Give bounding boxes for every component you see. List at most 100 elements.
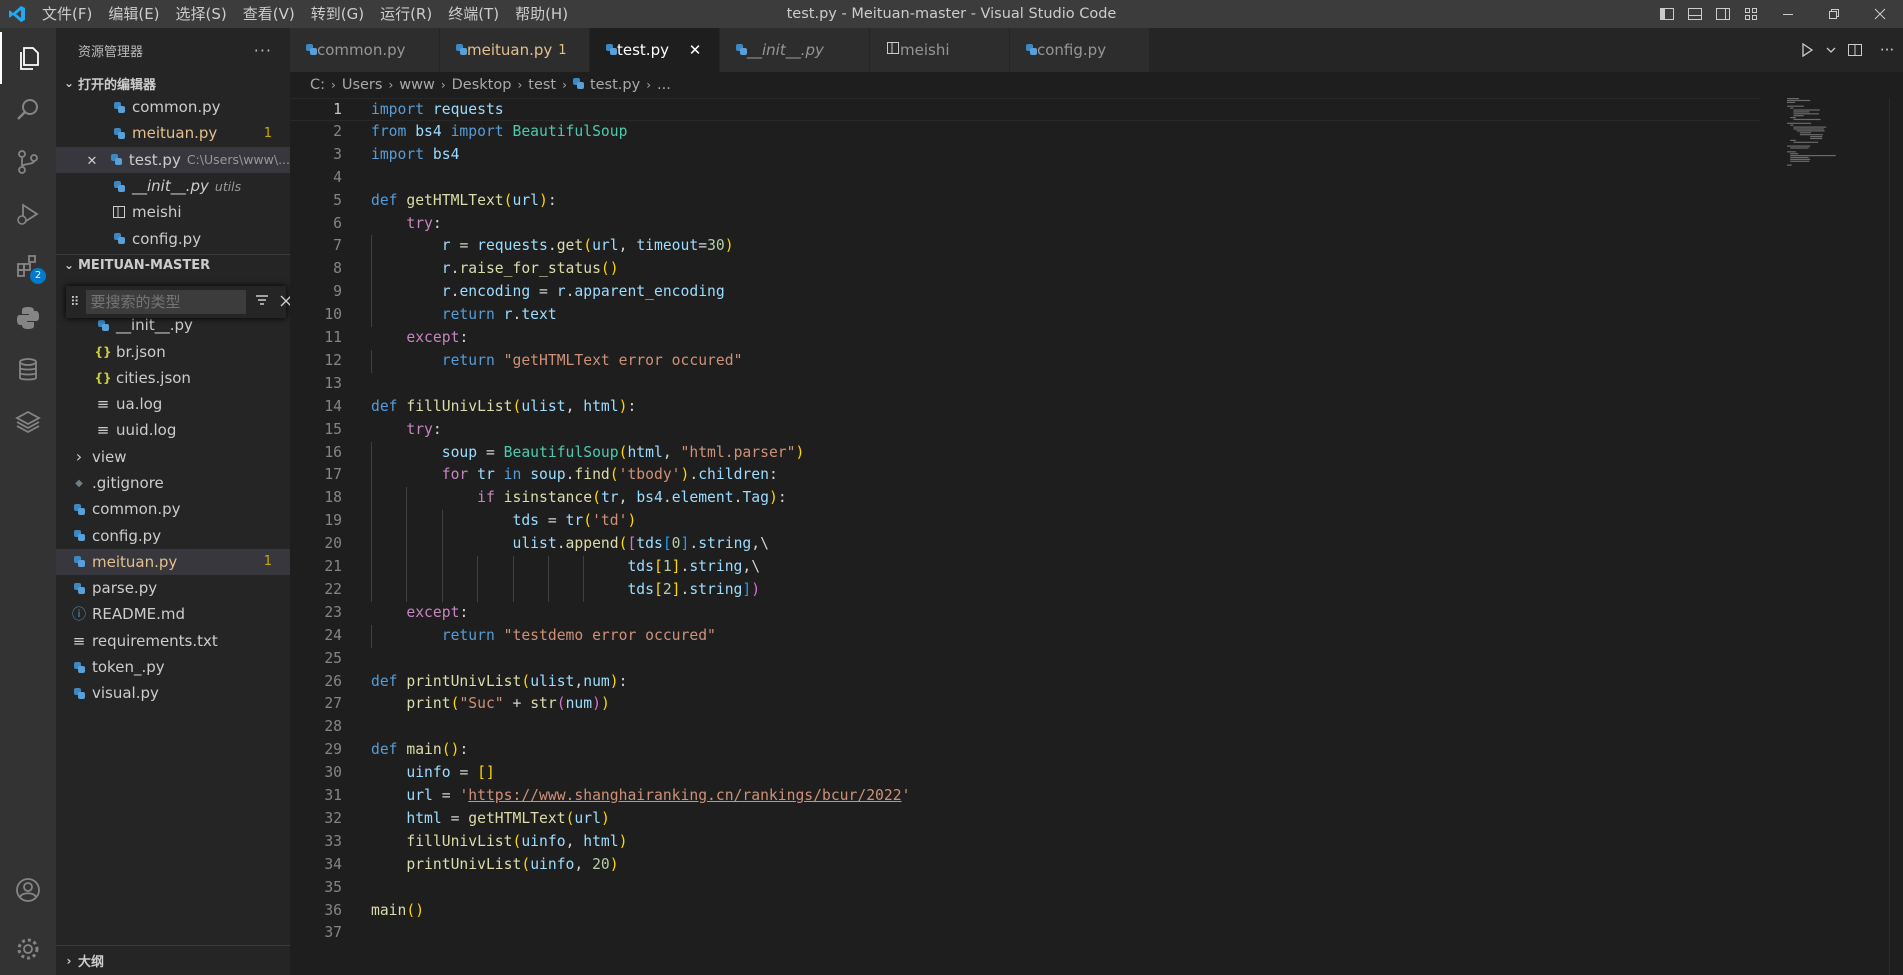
tree-item[interactable]: visual.py — [56, 680, 290, 706]
tab-configpy[interactable]: config.py — [1010, 28, 1150, 72]
code-line[interactable]: 14 def fillUnivList(ulist, html): — [290, 396, 1760, 419]
open-editor-item[interactable]: common.py — [56, 94, 290, 120]
toggle-panel-icon[interactable] — [1681, 0, 1709, 28]
menu-item[interactable]: 文件(F) — [34, 0, 100, 28]
menu-item[interactable]: 运行(R) — [372, 0, 440, 28]
code-line[interactable]: 36 main() — [290, 900, 1760, 923]
code-line[interactable]: 25 — [290, 648, 1760, 671]
code-line[interactable]: 4 — [290, 167, 1760, 190]
chevron-down-icon[interactable] — [1823, 28, 1839, 72]
tab-testpy[interactable]: test.py ✕ — [590, 28, 720, 72]
close-icon[interactable]: ✕ — [87, 154, 98, 169]
tree-item[interactable]: {} br.json — [56, 338, 290, 364]
tree-item[interactable]: config.py — [56, 522, 290, 548]
code-line[interactable]: 21 tds[1].string,\ — [290, 556, 1760, 579]
run-python-file-icon[interactable] — [1791, 28, 1823, 72]
code-line[interactable]: 6 try: — [290, 213, 1760, 236]
tree-item[interactable]: ⓘ README.md — [56, 601, 290, 627]
tab-meishi[interactable]: meishi — [870, 28, 1010, 72]
menu-item[interactable]: 帮助(H) — [507, 0, 576, 28]
menu-item[interactable]: 编辑(E) — [100, 0, 167, 28]
open-editor-item[interactable]: meishi — [56, 199, 290, 225]
tree-item[interactable]: › view — [56, 444, 290, 470]
code-line[interactable]: 11 except: — [290, 327, 1760, 350]
code-line[interactable]: 17 for tr in soup.find('tbody').children… — [290, 464, 1760, 488]
code-editor[interactable]: 1 import requests 2 from bs4 import Beautif… — [290, 98, 1760, 975]
code-line[interactable]: 12 return "getHTMLText error occured" — [290, 349, 1760, 373]
filter-input[interactable] — [85, 290, 246, 314]
open-editor-item[interactable]: config.py — [56, 225, 290, 251]
menu-item[interactable]: 选择(S) — [168, 0, 235, 28]
breadcrumb-item[interactable]: Desktop — [452, 77, 512, 93]
minimap[interactable] — [1785, 98, 1885, 178]
code-line[interactable]: 10 return r.text — [290, 304, 1760, 327]
python-icon[interactable] — [0, 292, 56, 344]
code-line[interactable]: 35 — [290, 877, 1760, 900]
layers-icon[interactable] — [0, 396, 56, 448]
code-line[interactable]: 9 r.encoding = r.apparent_encoding — [290, 281, 1760, 305]
database-icon[interactable] — [0, 344, 56, 396]
run-debug-icon[interactable] — [0, 188, 56, 240]
close-tab-icon[interactable]: ✕ — [687, 41, 703, 59]
code-line[interactable]: 29 def main(): — [290, 739, 1760, 762]
source-control-icon[interactable] — [0, 136, 56, 188]
code-line[interactable]: 2 from bs4 import BeautifulSoup — [290, 121, 1760, 144]
code-line[interactable]: 16 soup = BeautifulSoup(html, "html.pars… — [290, 441, 1760, 465]
breadcrumb-item[interactable]: test — [528, 77, 556, 93]
close-window-icon[interactable] — [1857, 0, 1903, 28]
code-line[interactable]: 5 def getHTMLText(url): — [290, 190, 1760, 213]
tree-item[interactable]: ≡ ua.log — [56, 391, 290, 417]
explorer-icon[interactable] — [0, 32, 56, 84]
code-line[interactable]: 1 import requests — [290, 98, 1760, 121]
code-line[interactable]: 31 url = 'https://www.shanghairanking.cn… — [290, 785, 1760, 808]
account-icon[interactable] — [0, 864, 56, 916]
filter-icon[interactable] — [254, 292, 270, 312]
code-line[interactable]: 30 uinfo = [] — [290, 762, 1760, 785]
breadcrumb-item[interactable]: Users — [342, 77, 383, 93]
tab-meituanpy[interactable]: meituan.py 1 — [440, 28, 590, 72]
tab-initpy[interactable]: __init__.py — [720, 28, 870, 72]
more-actions-icon[interactable]: ··· — [1871, 28, 1903, 72]
menu-item[interactable]: 转到(G) — [303, 0, 372, 28]
open-editors-section[interactable]: ⌄ 打开的编辑器 — [56, 72, 290, 94]
restore-icon[interactable] — [1811, 0, 1857, 28]
open-editor-item[interactable]: __init__.py utils — [56, 173, 290, 199]
close-icon[interactable] — [280, 293, 290, 311]
customize-layout-icon[interactable] — [1737, 0, 1765, 28]
code-line[interactable]: 8 r.raise_for_status() — [290, 258, 1760, 282]
vertical-scrollbar[interactable] — [1889, 98, 1903, 975]
code-line[interactable]: 33 fillUnivList(uinfo, html) — [290, 831, 1760, 854]
menu-item[interactable]: 查看(V) — [235, 0, 303, 28]
code-line[interactable]: 28 — [290, 716, 1760, 739]
settings-gear-icon[interactable] — [0, 923, 56, 975]
breadcrumb-item[interactable]: test.py — [590, 77, 640, 93]
code-line[interactable]: 3 import bs4 — [290, 144, 1760, 167]
extensions-icon[interactable]: 2 — [0, 240, 56, 292]
split-editor-icon[interactable] — [1839, 28, 1871, 72]
toggle-secondary-sidebar-icon[interactable] — [1709, 0, 1737, 28]
code-line[interactable]: 34 printUnivList(uinfo, 20) — [290, 854, 1760, 877]
code-line[interactable]: 37 — [290, 922, 1760, 945]
code-line[interactable]: 24 return "testdemo error occured" — [290, 624, 1760, 648]
drag-handle-icon[interactable]: ⠿ — [70, 295, 80, 310]
tree-item[interactable]: parse.py — [56, 575, 290, 601]
open-editor-item[interactable]: meituan.py 1 — [56, 120, 290, 146]
code-line[interactable]: 32 html = getHTMLText(url) — [290, 808, 1760, 831]
menu-item[interactable]: 终端(T) — [440, 0, 507, 28]
code-line[interactable]: 19 tds = tr('td') — [290, 510, 1760, 534]
toggle-primary-sidebar-icon[interactable] — [1653, 0, 1681, 28]
code-line[interactable]: 13 — [290, 373, 1760, 396]
open-editor-item[interactable]: ✕ test.py C:\Users\www\... — [56, 146, 290, 173]
tree-item[interactable]: {} cities.json — [56, 365, 290, 391]
tab-commonpy[interactable]: common.py — [290, 28, 440, 72]
code-line[interactable]: 7 r = requests.get(url, timeout=30) — [290, 235, 1760, 259]
tree-item[interactable]: ◆ .gitignore — [56, 470, 290, 496]
code-line[interactable]: 18 if isinstance(tr, bs4.element.Tag): — [290, 487, 1760, 511]
more-actions-icon[interactable]: ··· — [254, 41, 272, 60]
breadcrumb-item[interactable]: C: — [310, 77, 325, 93]
tree-item[interactable]: token_.py — [56, 654, 290, 680]
tree-item[interactable]: common.py — [56, 496, 290, 522]
outline-section[interactable]: › 大纲 — [56, 945, 290, 975]
code-line[interactable]: 27 print("Suc" + str(num)) — [290, 693, 1760, 716]
code-line[interactable]: 22 tds[2].string]) — [290, 578, 1760, 602]
